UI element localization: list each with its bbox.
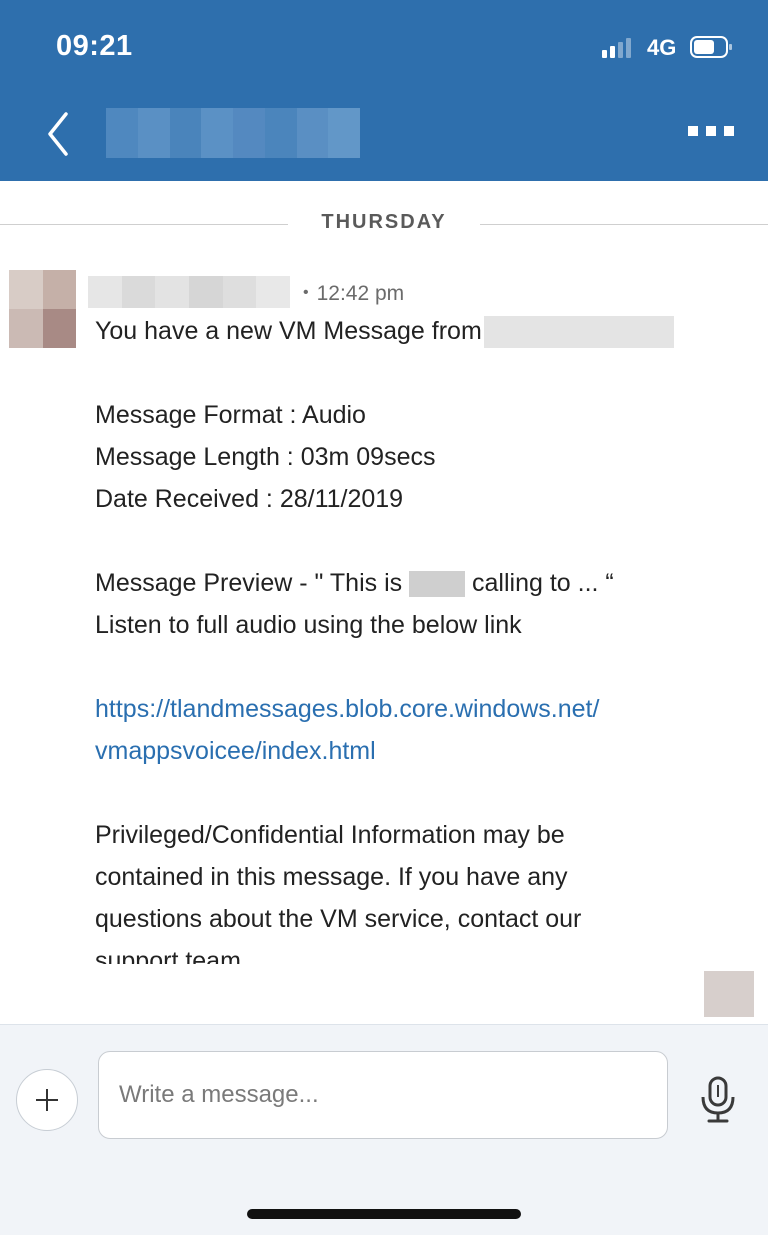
signal-strength-icon (602, 38, 638, 58)
message-line: Listen to full audio using the below lin… (95, 611, 522, 639)
message-line: You have a new VM Message from (95, 310, 715, 352)
conversation-title (106, 108, 360, 158)
add-attachment-button[interactable] (16, 1069, 78, 1131)
message-line: Privileged/Confidential Information may … (95, 821, 565, 849)
day-separator: THURSDAY (0, 205, 768, 241)
message-body: You have a new VM Message from Message F… (95, 310, 715, 964)
message-line: contained in this message. If you have a… (95, 863, 568, 891)
redacted-caller (483, 316, 674, 349)
message-composer (0, 1024, 768, 1235)
battery-icon (690, 36, 732, 58)
message-line: Message Preview - " This is calling to .… (95, 569, 614, 598)
message-line: support team. (95, 947, 248, 964)
message-line: Message Length : 03m 09secs (95, 443, 436, 471)
voicemail-link[interactable]: https://tlandmessages.blob.core.windows.… (95, 688, 715, 772)
sender-avatar[interactable] (9, 270, 76, 348)
message-line: questions about the VM service, contact … (95, 905, 582, 933)
message-line: Date Received : 28/11/2019 (95, 485, 404, 513)
redacted-name (409, 571, 466, 598)
home-indicator[interactable] (247, 1209, 521, 1219)
sender-name[interactable] (88, 276, 291, 308)
status-time: 09:21 (56, 30, 133, 62)
microphone-icon[interactable] (698, 1075, 738, 1123)
more-options-button[interactable] (688, 126, 734, 140)
read-receipt-avatar (704, 971, 754, 1017)
message-input[interactable] (98, 1051, 668, 1139)
more-options-icon (688, 126, 698, 136)
message-timestamp: • 12:42 pm (303, 282, 405, 305)
network-type: 4G (647, 35, 677, 60)
day-separator-label: THURSDAY (321, 211, 447, 233)
back-button[interactable] (40, 108, 80, 160)
message-line: Message Format : Audio (95, 401, 366, 429)
app-header: 09:21 4G (0, 0, 768, 181)
